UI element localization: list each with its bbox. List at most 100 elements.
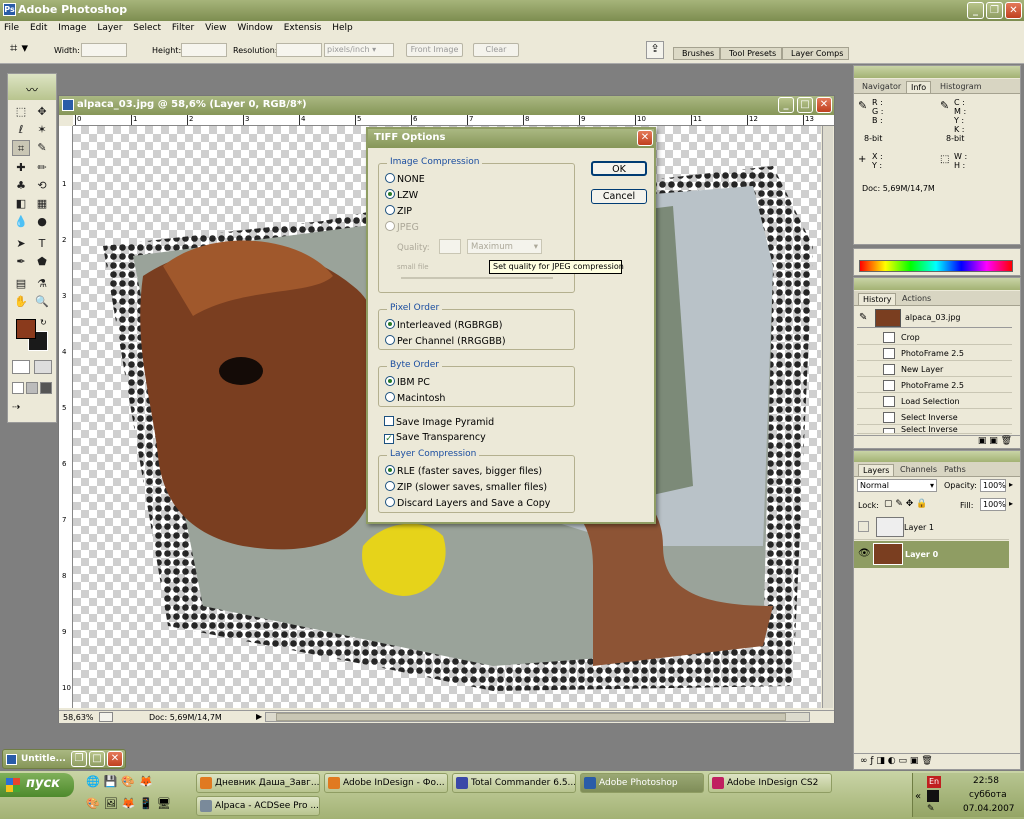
history-brush-tool-icon[interactable]: ⟲ [33, 178, 51, 194]
slice-tool-icon[interactable]: ✎ [33, 140, 51, 156]
clear-button[interactable]: Clear [473, 43, 519, 57]
height-field[interactable] [181, 43, 227, 57]
tab-tool-presets[interactable]: Tool Presets [720, 47, 783, 60]
min-close-button[interactable]: ✕ [107, 751, 123, 767]
history-item[interactable]: Crop [857, 330, 1012, 345]
menu-select[interactable]: Select [129, 21, 165, 33]
history-snapshot[interactable]: ✎ alpaca_03.jpg [857, 308, 1012, 328]
zoom-readout[interactable]: 58,63% [63, 713, 94, 722]
resolution-field[interactable] [276, 43, 322, 57]
task-indesign-cs2[interactable]: Adobe InDesign CS2 [708, 773, 832, 793]
blur-tool-icon[interactable]: 💧 [12, 214, 30, 230]
history-item[interactable]: Load Selection [857, 394, 1012, 409]
panel-header[interactable] [854, 66, 1020, 78]
tab-navigator[interactable]: Navigator [858, 81, 905, 93]
task-dnevnik[interactable]: Дневник Даша_Завг... [196, 773, 320, 793]
history-item[interactable]: Select Inverse [857, 426, 1012, 434]
tab-brushes[interactable]: Brushes [673, 47, 721, 60]
interleaved-radio[interactable]: Interleaved (RGBRGB) [385, 319, 503, 331]
path-selection-tool-icon[interactable]: ➤ [12, 236, 30, 252]
healing-brush-tool-icon[interactable]: ✚ [12, 160, 30, 176]
opacity-arrow-icon[interactable]: ▸ [1009, 480, 1013, 489]
eraser-tool-icon[interactable]: ◧ [12, 196, 30, 212]
app-title-bar[interactable]: Ps Adobe Photoshop [0, 0, 1024, 21]
vertical-scrollbar[interactable] [822, 126, 833, 708]
menu-file[interactable]: File [0, 21, 23, 33]
eye-icon[interactable]: 👁 [858, 548, 871, 559]
history-footer-icons[interactable]: ▣ ▣ 🗑 [854, 435, 1020, 448]
task-total-commander[interactable]: Total Commander 6.5... [452, 773, 576, 793]
save-transparency-checkbox[interactable]: ✓ Save Transparency [384, 432, 486, 444]
save-image-pyramid-checkbox[interactable]: Save Image Pyramid [384, 416, 494, 428]
clone-stamp-tool-icon[interactable]: ♣ [12, 178, 30, 194]
history-item[interactable]: Select Inverse [857, 410, 1012, 425]
crop-tool-icon[interactable]: ⌗ [12, 140, 30, 156]
minimize-button[interactable]: _ [967, 2, 984, 19]
tray-expand-icon[interactable]: « [915, 791, 921, 802]
menu-filter[interactable]: Filter [168, 21, 198, 33]
lasso-tool-icon[interactable]: ℓ [12, 122, 30, 138]
tab-layer-comps[interactable]: Layer Comps [782, 47, 850, 60]
tab-channels[interactable]: Channels [896, 464, 941, 476]
status-arrow-icon[interactable]: ▶ [256, 712, 262, 721]
panel-header[interactable] [854, 451, 1020, 462]
clock-time[interactable]: 22:58 [973, 776, 999, 786]
menu-layer[interactable]: Layer [93, 21, 126, 33]
brush-tool-icon[interactable]: ✏ [33, 160, 51, 176]
fill-field[interactable]: 100% [980, 498, 1006, 511]
per-channel-radio[interactable]: Per Channel (RRGGBB) [385, 335, 506, 347]
task-photoshop[interactable]: Adobe Photoshop [580, 773, 704, 793]
dialog-title-bar[interactable]: TIFF Options [368, 129, 654, 148]
shape-tool-icon[interactable]: ⬟ [33, 254, 51, 270]
doc-close-button[interactable]: ✕ [816, 97, 832, 113]
swap-colors-icon[interactable]: ↻ [40, 318, 47, 327]
min-restore-button[interactable]: ❐ [71, 751, 87, 767]
minimized-document[interactable]: Untitle... ❐ □ ✕ [2, 749, 126, 769]
compression-none-radio[interactable]: NONE [385, 173, 425, 185]
tab-paths[interactable]: Paths [940, 464, 970, 476]
language-indicator[interactable]: En [927, 776, 941, 788]
compression-lzw-radio[interactable]: LZW [385, 189, 418, 201]
toolbox-header[interactable]: 〰 [8, 74, 56, 100]
task-indesign-fo[interactable]: Adobe InDesign - Фо... [324, 773, 448, 793]
quick-mask-mode-icon[interactable] [34, 360, 52, 374]
start-button[interactable]: пуск [0, 773, 74, 797]
status-menu-icon[interactable] [99, 712, 113, 722]
layers-footer-icons[interactable]: ∞ ƒ ◨ ◐ ▭ ▣ 🗑 [854, 753, 1020, 769]
ok-button[interactable]: OK [591, 161, 647, 176]
palette-well-icon[interactable]: ⇪ [646, 41, 664, 59]
tab-layers[interactable]: Layers [858, 464, 895, 476]
screen-mode-standard-icon[interactable] [12, 382, 24, 394]
scroll-thumb[interactable] [276, 713, 786, 721]
crop-tool-preset-icon[interactable]: ⌗ ▾ [10, 41, 40, 59]
history-item[interactable]: New Layer [857, 362, 1012, 377]
history-item[interactable]: PhotoFrame 2.5 [857, 346, 1012, 361]
zoom-tool-icon[interactable]: 🔍 [33, 294, 51, 310]
tray-icon[interactable]: ✎ [927, 804, 935, 814]
quick-launch-row1[interactable]: 🌐💾🎨🦊 [86, 775, 186, 793]
hand-tool-icon[interactable]: ✋ [12, 294, 30, 310]
tray-app-icon[interactable] [927, 790, 939, 802]
tab-histogram[interactable]: Histogram [936, 81, 986, 93]
width-field[interactable] [81, 43, 127, 57]
quality-slider[interactable] [401, 277, 553, 279]
tab-actions[interactable]: Actions [898, 293, 935, 305]
notes-tool-icon[interactable]: ▤ [12, 276, 30, 292]
pen-tool-icon[interactable]: ✒ [12, 254, 30, 270]
menu-window[interactable]: Window [233, 21, 277, 33]
restore-button[interactable]: ❐ [986, 2, 1003, 19]
layer-row[interactable]: Layer 1 [854, 514, 1009, 540]
macintosh-radio[interactable]: Macintosh [385, 392, 445, 404]
menu-edit[interactable]: Edit [26, 21, 51, 33]
color-ramp[interactable] [859, 260, 1013, 272]
tab-history[interactable]: History [858, 293, 897, 305]
opacity-field[interactable]: 100% [980, 479, 1006, 492]
horizontal-scrollbar[interactable] [265, 712, 810, 722]
cancel-button[interactable]: Cancel [591, 189, 647, 204]
task-acdsee[interactable]: Alpaca - ACDSee Pro ... [196, 796, 320, 816]
doc-maximize-button[interactable]: □ [797, 97, 813, 113]
compression-zip-radio[interactable]: ZIP [385, 205, 412, 217]
lock-icons[interactable]: ▢ ✎ ✥ 🔒 [884, 499, 927, 509]
menu-help[interactable]: Help [328, 21, 357, 33]
layer-zip-radio[interactable]: ZIP (slower saves, smaller files) [385, 481, 547, 493]
